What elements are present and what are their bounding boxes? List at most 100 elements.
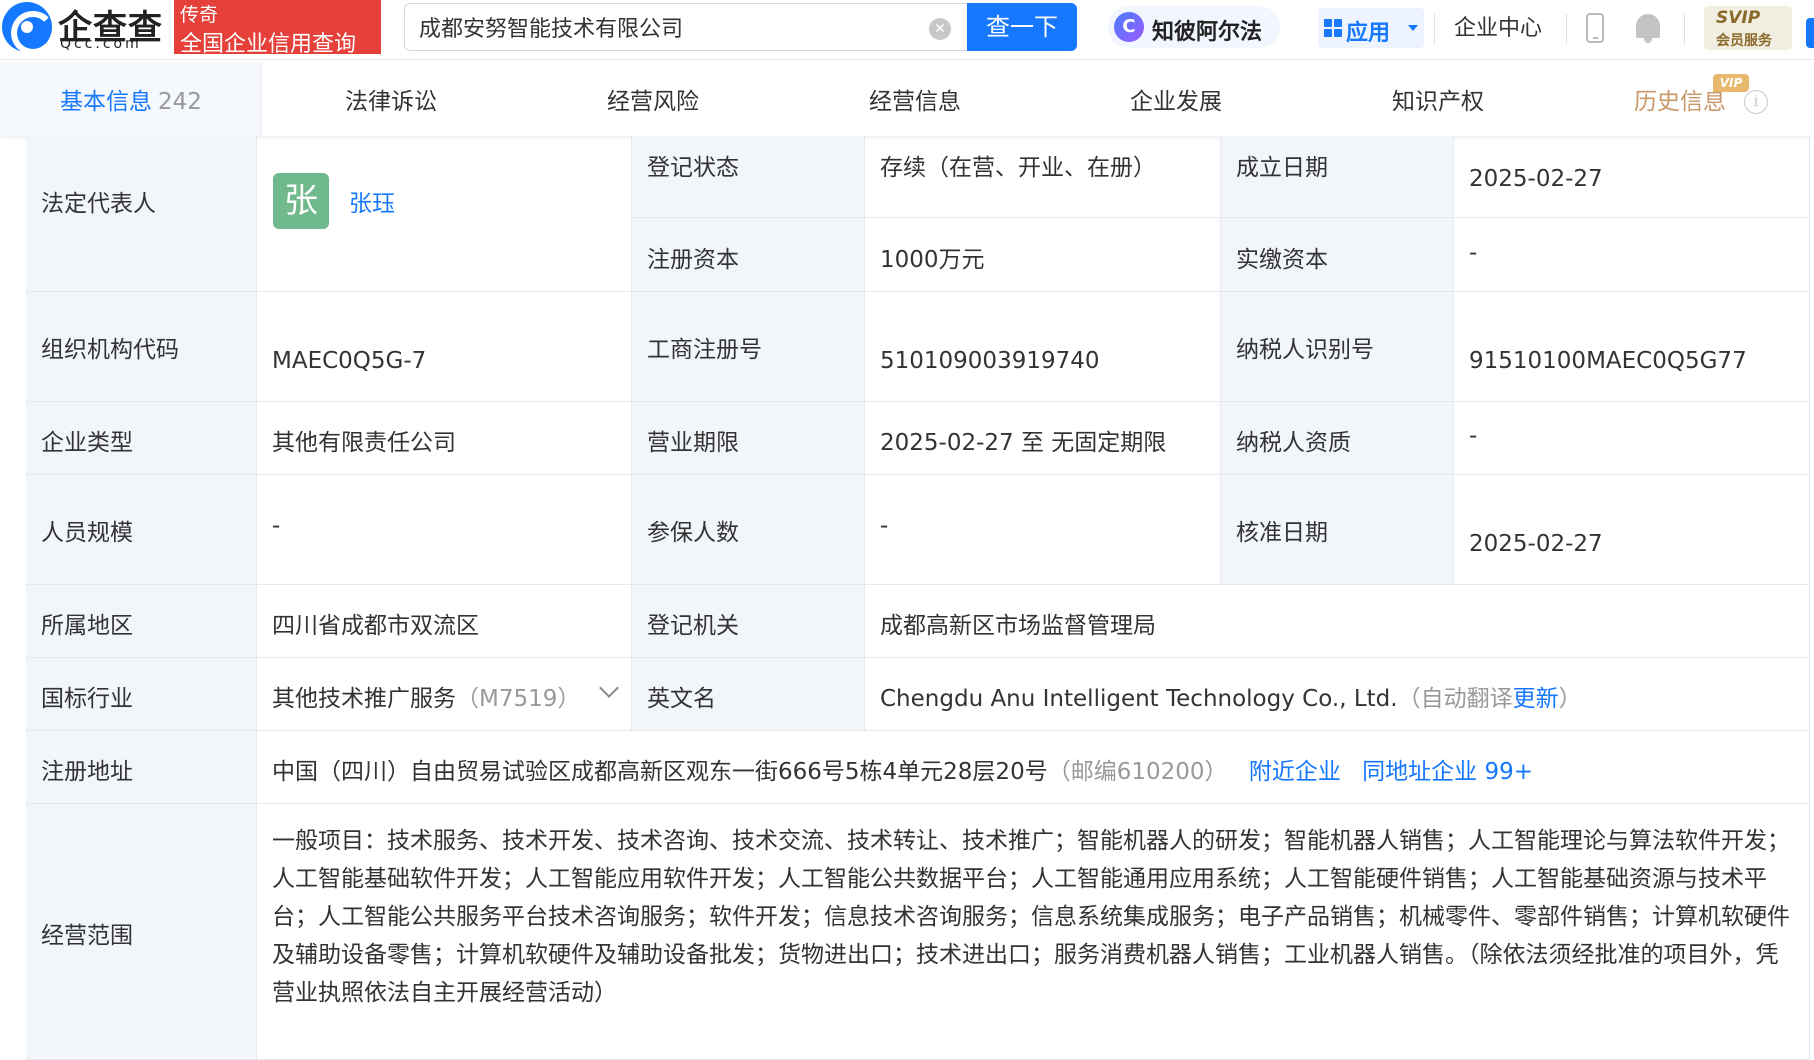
reg-capital-value-cell: 1000万元 (865, 218, 1221, 292)
biz-term-label: 营业期限 (647, 430, 739, 456)
founded-label-cell: 成立日期 (1221, 136, 1454, 218)
region-label-cell: 所属地区 (26, 585, 257, 658)
company-type-value: 其他有限责任公司 (272, 430, 456, 456)
org-code-label: 组织机构代码 (41, 337, 179, 363)
tab-development[interactable]: 企业发展 (1130, 82, 1222, 116)
paid-capital-value: - (1469, 240, 1478, 266)
biz-reg-no-value-cell: 510109003919740 (865, 292, 1221, 402)
postcode: （邮编610200） (1047, 759, 1228, 785)
tab-operation-info[interactable]: 经营信息 (869, 82, 961, 116)
address-label-cell: 注册地址 (26, 731, 257, 804)
approval-date-label-cell: 核准日期 (1221, 475, 1454, 585)
industry-code: （M7519） (456, 686, 581, 712)
promo-banner[interactable]: 传奇 全国企业信用查询 (174, 0, 381, 57)
divider (1684, 14, 1685, 44)
scope-label-cell: 经营范围 (26, 804, 257, 1060)
company-type-label-cell: 企业类型 (26, 402, 257, 475)
reg-authority-label: 登记机关 (647, 613, 739, 639)
approval-date-value: 2025-02-27 (1469, 531, 1603, 557)
clear-search-icon[interactable]: ✕ (929, 18, 951, 40)
legal-rep-label-cell: 法定代表人 (26, 136, 257, 292)
top-header: 企查查 Qcc.com 传奇 全国企业信用查询 ✕ 查一下 C 知彼阿尔法 应用… (0, 0, 1814, 60)
reg-authority-value-cell: 成都高新区市场监督管理局 (865, 585, 1810, 658)
address-label: 注册地址 (41, 759, 133, 785)
staff-size-value: - (272, 513, 281, 539)
founded-value-cell: 2025-02-27 (1454, 136, 1810, 218)
industry-label: 国标行业 (41, 686, 133, 712)
biz-reg-no-label-cell: 工商注册号 (632, 292, 865, 402)
divider (1566, 14, 1567, 44)
org-code-value: MAEC0Q5G-7 (272, 348, 427, 374)
legal-rep-name-link[interactable]: 张珏 (349, 184, 395, 218)
side-float-tab[interactable] (1806, 18, 1814, 48)
reg-authority-label-cell: 登记机关 (632, 585, 865, 658)
org-code-label-cell: 组织机构代码 (26, 292, 257, 402)
search-input[interactable] (419, 12, 919, 42)
founded-value: 2025-02-27 (1469, 166, 1603, 192)
insured-value: - (880, 513, 889, 539)
legal-rep-value-cell: 张 张珏 (257, 136, 632, 292)
insured-value-cell: - (865, 475, 1221, 585)
reg-capital-label: 注册资本 (647, 247, 739, 273)
staff-size-label-cell: 人员规模 (26, 475, 257, 585)
taxpayer-id-value: 91510100MAEC0Q5G77 (1469, 348, 1747, 374)
paid-capital-label: 实缴资本 (1236, 247, 1328, 273)
taxpayer-qual-value: - (1469, 423, 1478, 449)
company-type-value-cell: 其他有限责任公司 (257, 402, 632, 475)
vip-badge: VIP (1713, 74, 1749, 92)
chevron-down-icon[interactable] (599, 678, 619, 698)
reg-status-label: 登记状态 (647, 155, 739, 181)
reg-status-value: 存续（在营、开业、在册） (880, 155, 1156, 181)
staff-size-label: 人员规模 (41, 520, 133, 546)
address-value-cell: 中国（四川）自由贸易试验区成都高新区观东一街666号5栋4单元28层20号（邮编… (257, 731, 1810, 804)
promo-line2: 全国企业信用查询 (180, 32, 357, 57)
tab-litigation[interactable]: 法律诉讼 (345, 82, 437, 116)
ai-logo-icon: C (1114, 12, 1144, 42)
svip-label: SVIP (1716, 8, 1761, 28)
nearby-companies-link[interactable]: 附近企业 (1249, 759, 1341, 785)
taxpayer-id-label-cell: 纳税人识别号 (1221, 292, 1454, 402)
region-value: 四川省成都市双流区 (272, 613, 479, 639)
taxpayer-qual-label-cell: 纳税人资质 (1221, 402, 1454, 475)
caret-down-icon (1408, 25, 1418, 31)
address-value: 中国（四川）自由贸易试验区成都高新区观东一街666号5栋4单元28层20号（邮编… (272, 759, 1533, 785)
corp-center-link[interactable]: 企业中心 (1454, 10, 1542, 42)
industry-label-cell: 国标行业 (26, 658, 257, 731)
company-type-label: 企业类型 (41, 430, 133, 456)
tab-count: 242 (158, 89, 202, 115)
ai-assistant-button[interactable]: C 知彼阿尔法 (1108, 6, 1280, 48)
biz-term-value: 2025-02-27 至 无固定期限 (880, 430, 1167, 456)
tab-basic-info[interactable]: 基本信息 242 (60, 82, 202, 116)
industry-value-cell[interactable]: 其他技术推广服务（M7519） (257, 658, 632, 731)
reg-capital-value: 1000万元 (880, 247, 985, 273)
search-box: ✕ (404, 3, 967, 51)
legal-rep-avatar[interactable]: 张 (273, 173, 329, 229)
org-code-value-cell: MAEC0Q5G-7 (257, 292, 632, 402)
info-icon[interactable]: i (1744, 90, 1768, 114)
biz-term-value-cell: 2025-02-27 至 无固定期限 (865, 402, 1221, 475)
same-address-companies-link[interactable]: 同地址企业 99+ (1362, 759, 1533, 785)
industry-value: 其他技术推广服务（M7519） (272, 686, 581, 712)
search-button[interactable]: 查一下 (967, 3, 1077, 51)
staff-size-value-cell: - (257, 475, 632, 585)
paid-capital-value-cell: - (1454, 218, 1810, 292)
svip-member-button[interactable]: SVIP 会员服务 (1704, 6, 1792, 50)
scope-value: 一般项目：技术服务、技术开发、技术咨询、技术交流、技术转让、技术推广；智能机器人… (272, 828, 1790, 1006)
english-name-label: 英文名 (647, 686, 716, 712)
tab-operation-risk[interactable]: 经营风险 (607, 82, 699, 116)
mobile-app-icon[interactable] (1586, 13, 1604, 43)
english-name-label-cell: 英文名 (632, 658, 865, 731)
paid-capital-label-cell: 实缴资本 (1221, 218, 1454, 292)
apps-label: 应用 (1346, 21, 1391, 46)
divider (1434, 14, 1435, 44)
biz-term-label-cell: 营业期限 (632, 402, 865, 475)
notification-bell-icon[interactable] (1636, 14, 1660, 43)
update-translation-link[interactable]: 更新 (1513, 686, 1559, 712)
qcc-logo-icon[interactable] (2, 2, 55, 55)
insured-label-cell: 参保人数 (632, 475, 865, 585)
auto-translate-note: （自动翻译 (1397, 686, 1513, 712)
logo-domain: Qcc.com (60, 36, 142, 52)
tab-ip[interactable]: 知识产权 (1392, 82, 1484, 116)
legal-rep-label: 法定代表人 (41, 191, 156, 217)
apps-menu-button[interactable]: 应用 (1318, 8, 1424, 48)
